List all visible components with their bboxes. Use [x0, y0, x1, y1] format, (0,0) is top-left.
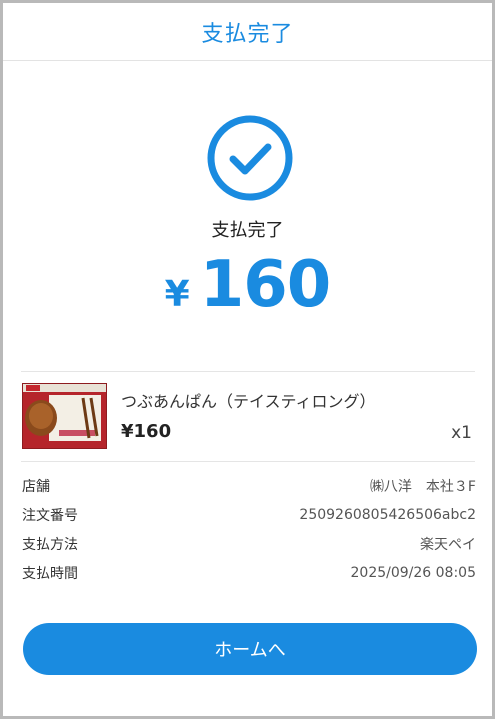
check-circle-icon [206, 114, 294, 202]
home-button[interactable]: ホームへ [23, 623, 477, 675]
info-label: 支払時間 [22, 566, 78, 582]
info-row-payment-time: 支払時間 2025/09/26 08:05 [22, 560, 476, 586]
product-image [22, 383, 107, 449]
page-title: 支払完了 [201, 21, 294, 47]
app-frame: 支払完了 支払完了 ¥ 160 つぶあんぱん（テイスティロング） ¥160 x1… [0, 0, 495, 719]
info-row-order-number: 注文番号 2509260805426506abc2 [22, 502, 476, 528]
info-row-payment-method: 支払方法 楽天ペイ [22, 531, 476, 557]
status-text: 支払完了 [211, 220, 284, 241]
info-label: 支払方法 [22, 537, 78, 553]
info-label: 注文番号 [22, 508, 78, 524]
currency-symbol: ¥ [164, 274, 190, 315]
info-value: 楽天ペイ [420, 537, 476, 553]
info-value: 2509260805426506abc2 [299, 507, 476, 523]
divider [21, 371, 475, 372]
payment-amount: ¥ 160 [3, 248, 492, 322]
info-value: 2025/09/26 08:05 [350, 565, 477, 581]
info-value: ㈱八洋 本社３F [369, 479, 476, 495]
divider [21, 461, 475, 462]
product-price: ¥160 [121, 421, 172, 442]
product-quantity: x1 [451, 423, 472, 443]
product-name: つぶあんぱん（テイスティロング） [121, 392, 376, 411]
info-label: 店舗 [22, 479, 50, 495]
info-row-store: 店舗 ㈱八洋 本社３F [22, 473, 476, 499]
header: 支払完了 [3, 3, 492, 61]
amount-value: 160 [199, 248, 332, 322]
